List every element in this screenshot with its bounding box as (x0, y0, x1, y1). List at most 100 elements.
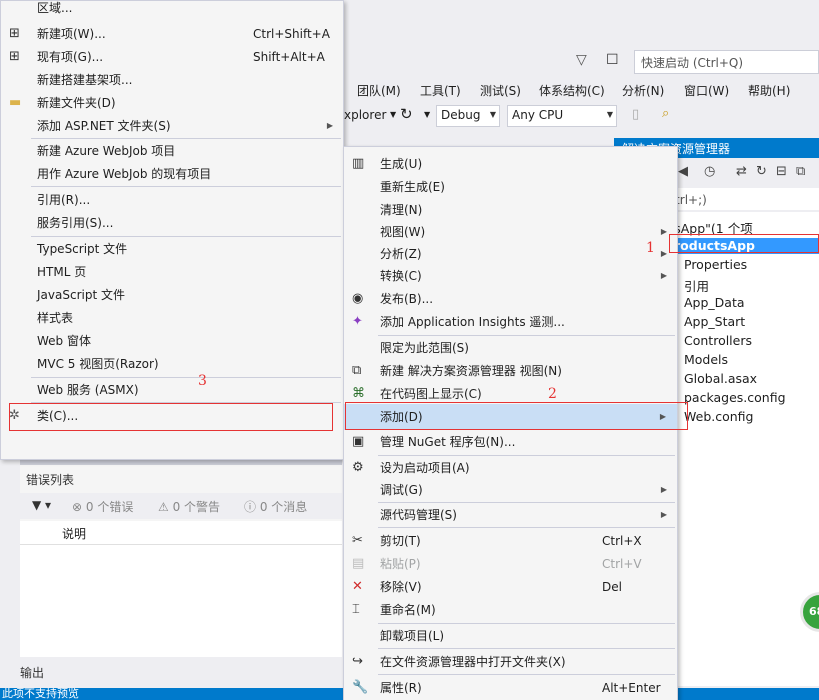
attach-icon[interactable]: ▯ (632, 107, 639, 122)
back-icon[interactable]: ◀ (678, 164, 688, 179)
menu-item-publish[interactable]: ◉ 发布(B)... (344, 288, 677, 310)
menu-test[interactable]: 测试(S) (480, 82, 521, 99)
menu-item-webform[interactable]: Web 窗体 (1, 330, 343, 352)
history-icon[interactable]: ◷ (704, 164, 715, 179)
menu-architecture[interactable]: 体系结构(C) (539, 82, 605, 99)
dropdown-arrow-icon[interactable]: ▼ (424, 110, 430, 119)
menu-item-shortcut: Del (602, 580, 622, 594)
menu-item-analyze[interactable]: 分析(Z) ▶ (344, 243, 677, 265)
toolbar-explorer-text[interactable]: xplorer (344, 108, 386, 122)
column-header-description[interactable]: 说明 (20, 521, 342, 545)
gear-icon: ⚙ (352, 460, 364, 475)
chevron-down-icon: ▼ (489, 110, 496, 119)
menu-item-build[interactable]: ▥ 生成(U) (344, 153, 677, 175)
refresh-icon[interactable]: ↻ (756, 164, 767, 179)
tree-item[interactable]: Web.config (684, 409, 753, 424)
menu-window[interactable]: 窗口(W) (684, 82, 729, 99)
menu-item-open-folder[interactable]: ↪ 在文件资源管理器中打开文件夹(X) (344, 651, 677, 673)
tree-item[interactable]: Properties (684, 257, 747, 272)
menu-item-view[interactable]: 视图(W) ▶ (344, 221, 677, 243)
menu-item-mvc-view[interactable]: MVC 5 视图页(Razor) (1, 353, 343, 375)
menu-item-aspnet-folder[interactable]: 添加 ASP.NET 文件夹(S) ▶ (1, 115, 343, 137)
menu-item-cut[interactable]: ✂ 剪切(T) Ctrl+X (344, 530, 677, 552)
find-icon[interactable]: ⌕ (662, 106, 669, 121)
new-item-icon: ⊞ (9, 26, 20, 41)
rename-icon: ⌶ (352, 602, 360, 617)
tree-item[interactable]: 引用 (684, 276, 709, 295)
menu-item-label: HTML 页 (37, 265, 87, 279)
tree-item[interactable]: App_Start (684, 314, 745, 329)
menu-item-clean[interactable]: 清理(N) (344, 199, 677, 221)
menu-item-service-reference[interactable]: 服务引用(S)... (1, 212, 343, 234)
chevron-right-icon: ▶ (660, 510, 667, 519)
chevron-right-icon: ▶ (660, 249, 667, 258)
menu-item-reference[interactable]: 引用(R)... (1, 189, 343, 211)
menu-separator (378, 527, 675, 528)
menu-item-nuget[interactable]: ▣ 管理 NuGet 程序包(N)... (344, 431, 677, 453)
menu-item-label: MVC 5 视图页(Razor) (37, 357, 159, 371)
menu-item-remove[interactable]: ✕ 移除(V) Del (344, 576, 677, 598)
output-tab[interactable]: 输出 (20, 664, 44, 681)
tree-item[interactable]: App_Data (684, 295, 745, 310)
menu-item-unload[interactable]: 卸载项目(L) (344, 625, 677, 647)
menu-item-label: 重新生成(E) (380, 180, 445, 194)
menu-item-convert[interactable]: 转换(C) ▶ (344, 265, 677, 287)
menu-tools[interactable]: 工具(T) (420, 82, 461, 99)
menu-item-scaffold[interactable]: 新建搭建基架项... (1, 69, 343, 91)
menu-help[interactable]: 帮助(H) (748, 82, 790, 99)
menu-item-label: JavaScript 文件 (37, 288, 125, 302)
menu-separator (378, 455, 675, 456)
menu-item-existing-webjob[interactable]: 用作 Azure WebJob 的现有项目 (1, 163, 343, 185)
refresh-icon[interactable]: ↻ (400, 105, 413, 123)
error-list-title: 错误列表 (26, 473, 75, 487)
menu-item-shortcut: Shift+Alt+A (253, 50, 325, 64)
tree-item[interactable]: Global.asax (684, 371, 757, 386)
show-all-icon[interactable]: ⧉ (796, 164, 805, 179)
standard-toolbar: xplorer ▼ ↻ ▼ Debug ▼ Any CPU ▼ ▯ ⌕ (344, 104, 819, 128)
menu-item-web-service[interactable]: Web 服务 (ASMX) (1, 379, 343, 401)
messages-filter[interactable]: ⓘ 0 个消息 (244, 498, 307, 515)
menu-separator (378, 648, 675, 649)
tree-item[interactable]: Controllers (684, 333, 752, 348)
quick-launch-input[interactable]: 快速启动 (Ctrl+Q) (634, 50, 819, 74)
menu-item-existing-item[interactable]: ⊞ 现有项(G)... Shift+Alt+A (1, 46, 343, 68)
sync-icon[interactable]: ⇄ (736, 164, 747, 179)
title-bar-tools: ▽ ☐ 快速启动 (Ctrl+Q) (560, 48, 819, 76)
menu-bar: 团队(M) 工具(T) 测试(S) 体系结构(C) 分析(N) 窗口(W) 帮助… (344, 80, 819, 100)
menu-separator (378, 623, 675, 624)
menu-item-javascript[interactable]: JavaScript 文件 (1, 284, 343, 306)
collapse-icon[interactable]: ⊟ (776, 164, 787, 179)
menu-item-area[interactable]: 区域... (1, 0, 343, 19)
menu-item-app-insights[interactable]: ✦ 添加 Application Insights 遥测... (344, 311, 677, 333)
config-combo[interactable]: Debug ▼ (436, 105, 500, 127)
tree-item[interactable]: Models (684, 352, 728, 367)
menu-item-properties[interactable]: 🔧 属性(R) Alt+Enter (344, 677, 677, 699)
menu-item-set-startup[interactable]: ⚙ 设为启动项目(A) (344, 457, 677, 479)
menu-item-new-item[interactable]: ⊞ 新建项(W)... Ctrl+Shift+A (1, 23, 343, 45)
menu-item-rebuild[interactable]: 重新生成(E) (344, 176, 677, 198)
menu-item-paste[interactable]: ▤ 粘贴(P) Ctrl+V (344, 553, 677, 575)
menu-item-scope[interactable]: 限定为此范围(S) (344, 337, 677, 359)
menu-item-debug[interactable]: 调试(G) ▶ (344, 479, 677, 501)
menu-item-new-webjob[interactable]: 新建 Azure WebJob 项目 (1, 140, 343, 162)
menu-item-label: 现有项(G)... (37, 50, 104, 64)
filter-icon[interactable]: ▼ ▾ (32, 498, 51, 512)
feedback-icon[interactable]: ☐ (606, 52, 619, 68)
filter-icon[interactable]: ▽ (576, 52, 587, 68)
menu-team[interactable]: 团队(M) (357, 82, 401, 99)
warning-icon: ⚠ (158, 500, 173, 514)
errors-filter[interactable]: ⊗ 0 个错误 (72, 498, 133, 515)
menu-item-stylesheet[interactable]: 样式表 (1, 307, 343, 329)
platform-combo[interactable]: Any CPU ▼ (507, 105, 617, 127)
menu-item-rename[interactable]: ⌶ 重命名(M) (344, 599, 677, 621)
menu-item-typescript[interactable]: TypeScript 文件 (1, 238, 343, 260)
menu-item-new-se-view[interactable]: ⧉ 新建 解决方案资源管理器 视图(N) (344, 360, 677, 382)
menu-item-html[interactable]: HTML 页 (1, 261, 343, 283)
menu-analyze[interactable]: 分析(N) (622, 82, 664, 99)
dropdown-arrow-icon[interactable]: ▼ (390, 110, 396, 119)
menu-item-new-folder[interactable]: ▬ 新建文件夹(D) (1, 92, 343, 114)
menu-item-source-control[interactable]: 源代码管理(S) ▶ (344, 504, 677, 526)
tree-item[interactable]: packages.config (684, 390, 786, 405)
warnings-filter[interactable]: ⚠ 0 个警告 (158, 498, 220, 515)
nuget-icon: ▣ (352, 434, 365, 449)
